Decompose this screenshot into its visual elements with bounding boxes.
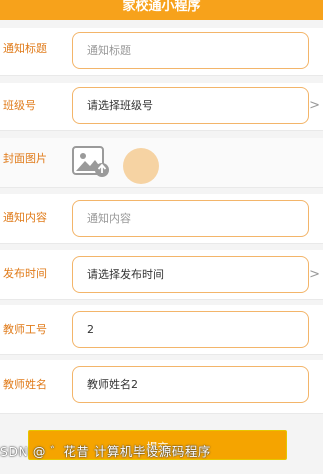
form-row-teacher-name: 教师姓名 教师姓名2 xyxy=(0,360,323,414)
title-input[interactable]: 通知标题 xyxy=(72,32,309,69)
content-label: 通知内容 xyxy=(3,211,47,224)
form-row-time[interactable]: 发布时间 请选择发布时间 > xyxy=(0,250,323,300)
teacher-name-input[interactable]: 教师姓名2 xyxy=(72,366,309,403)
teacher-id-value: 2 xyxy=(87,323,94,336)
chevron-right-icon: > xyxy=(309,98,320,113)
class-picker[interactable]: 请选择班级号 xyxy=(72,87,309,124)
watermark: SDN @ ゛花昔 计算机毕设源码程序 xyxy=(0,444,211,459)
form-row-cover: 封面图片 xyxy=(0,138,323,188)
class-picker-value: 请选择班级号 xyxy=(87,99,153,112)
time-picker-value: 请选择发布时间 xyxy=(87,268,164,281)
form-row-title: 通知标题 通知标题 xyxy=(0,28,323,76)
form-row-class[interactable]: 班级号 请选择班级号 > xyxy=(0,83,323,131)
title-input-placeholder: 通知标题 xyxy=(87,44,131,57)
teacher-id-input[interactable]: 2 xyxy=(72,311,309,348)
cover-label: 封面图片 xyxy=(3,152,47,165)
title-label: 通知标题 xyxy=(3,42,47,55)
teacher-name-value: 教师姓名2 xyxy=(87,378,138,391)
content-input-placeholder: 通知内容 xyxy=(87,212,131,225)
image-upload-icon[interactable] xyxy=(72,146,110,178)
time-label: 发布时间 xyxy=(3,267,47,280)
time-picker[interactable]: 请选择发布时间 xyxy=(72,256,309,293)
class-label: 班级号 xyxy=(3,99,36,112)
content-input[interactable]: 通知内容 xyxy=(72,200,309,237)
teacher-id-label: 教师工号 xyxy=(3,323,47,336)
form-row-teacher-id: 教师工号 2 xyxy=(0,305,323,355)
form-row-content: 通知内容 通知内容 xyxy=(0,194,323,244)
app-header: 家校通小程序 xyxy=(0,0,323,20)
chevron-right-icon: > xyxy=(309,267,320,282)
app-title: 家校通小程序 xyxy=(122,0,201,14)
decoration-circle xyxy=(123,148,159,184)
teacher-name-label: 教师姓名 xyxy=(3,378,47,391)
